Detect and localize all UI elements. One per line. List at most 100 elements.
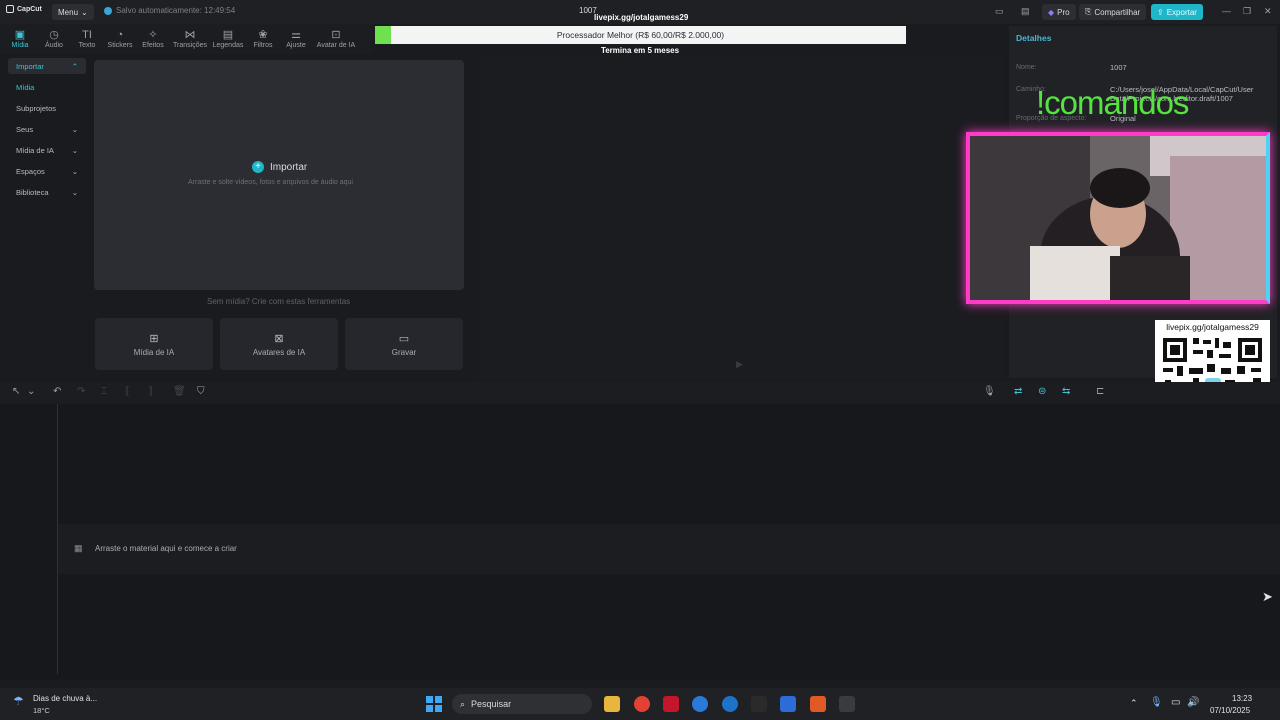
delete-icon[interactable]: 🗑	[173, 386, 186, 397]
weather-temperature: 18°C	[33, 706, 50, 715]
epic-games-icon[interactable]	[751, 696, 767, 712]
file-explorer-icon[interactable]	[604, 696, 620, 712]
tab-transitions[interactable]: ⋈ Transições	[172, 24, 208, 54]
tab-media[interactable]: ▣ Mídia	[0, 24, 40, 54]
tab-label: Avatar de IA	[316, 41, 356, 49]
sidebar-item-spaces[interactable]: Espaços ⌄	[8, 163, 86, 179]
split-icon[interactable]: ⌶	[101, 386, 107, 397]
export-label: Exportar	[1166, 7, 1197, 17]
sidebar-item-library[interactable]: Biblioteca ⌄	[8, 184, 86, 200]
import-button[interactable]: + Importar	[252, 161, 307, 173]
tab-label: Efeitos	[142, 41, 164, 49]
filters-icon: ❀	[258, 28, 268, 41]
details-title: Detalhes	[1016, 33, 1052, 43]
capcut-taskbar-icon[interactable]	[839, 696, 855, 712]
autosave-status: Salvo automaticamente: 12:49:54	[104, 6, 235, 15]
windows-start-icon[interactable]	[426, 696, 442, 712]
pro-button[interactable]: ◆ Pro	[1042, 4, 1076, 20]
commands-overlay-text: !comandos	[1036, 84, 1189, 121]
sidebar-item-label: Seus	[16, 124, 34, 134]
weather-icon[interactable]: ☂	[13, 694, 24, 708]
weather-text[interactable]: Dias de chuva à...	[33, 694, 97, 703]
app-icon[interactable]	[810, 696, 826, 712]
chevron-down-icon[interactable]: ⌄	[27, 386, 35, 397]
menu-button[interactable]: Menu ⌄	[52, 4, 94, 20]
sidebar-item-label: Espaços	[16, 166, 45, 176]
donation-progress-text: Processador Melhor (R$ 60,00/R$ 2.000,00…	[556, 30, 725, 40]
redo-icon[interactable]: ↷	[77, 386, 85, 397]
import-dropzone[interactable]	[94, 60, 464, 290]
tab-captions[interactable]: ▤ Legendas	[208, 24, 248, 54]
tab-audio[interactable]: ◷ Áudio	[40, 24, 68, 54]
tab-filters[interactable]: ❀ Filtros	[248, 24, 278, 54]
tray-mic-icon[interactable]: 🎙	[1150, 697, 1163, 708]
split-left-icon[interactable]: ⟦	[125, 386, 130, 397]
export-button[interactable]: ⇪ Exportar	[1151, 4, 1203, 20]
shield-icon[interactable]: ⛉	[197, 386, 205, 397]
video-player[interactable]	[478, 54, 1003, 378]
link-icon[interactable]: ⇄	[1014, 386, 1022, 397]
app-icon[interactable]	[780, 696, 796, 712]
undo-icon[interactable]: ↶	[53, 386, 61, 397]
tab-label: Ajuste	[286, 41, 306, 49]
share-button[interactable]: ⎘ Compartilhar	[1079, 4, 1147, 20]
app-name: CapCut	[17, 5, 42, 13]
chevron-up-icon: ⌃	[71, 61, 78, 71]
media-icon: ▣	[14, 28, 26, 41]
edge-icon[interactable]	[722, 696, 738, 712]
close-icon[interactable]: ✕	[1264, 6, 1272, 17]
menu-label: Menu	[58, 7, 79, 17]
export-icon: ⇪	[1157, 7, 1164, 17]
preview-axis-icon[interactable]: ⊏	[1096, 386, 1104, 397]
card-label: Gravar	[391, 347, 417, 357]
tab-effects[interactable]: ✧ Efeitos	[134, 24, 172, 54]
sidebar-item-yours[interactable]: Seus ⌄	[8, 121, 86, 137]
tab-adjust[interactable]: ⚌ Ajuste	[278, 24, 314, 54]
text-icon: TI	[82, 28, 92, 41]
snap-icon[interactable]: ⇆	[1062, 386, 1070, 397]
sidebar-item-media[interactable]: Mídia	[8, 79, 86, 95]
effects-icon: ✧	[148, 28, 158, 41]
ai-avatars-card[interactable]: ⊠ Avatares de IA	[220, 318, 338, 370]
sidebar-item-subprojects[interactable]: Subprojetos	[8, 100, 86, 116]
maximize-icon[interactable]: ❐	[1243, 6, 1251, 17]
select-tool-icon[interactable]: ↖	[12, 386, 20, 397]
start-tile	[426, 705, 433, 712]
autosave-text: Salvo automaticamente: 12:49:54	[116, 6, 236, 15]
minimize-icon[interactable]: —	[1222, 6, 1231, 16]
card-label: Avatares de IA	[252, 347, 306, 357]
sidebar-item-label: Subprojetos	[16, 103, 57, 113]
ai-media-card[interactable]: ⊞ Mídia de IA	[95, 318, 213, 370]
taskbar-date[interactable]: 07/10/2025	[1210, 706, 1250, 715]
no-media-text: Sem mídia? Crie com estas ferramentas	[207, 297, 351, 306]
app-icon[interactable]	[692, 696, 708, 712]
play-icon[interactable]: ▶	[736, 359, 743, 370]
chrome-icon[interactable]	[634, 696, 650, 712]
start-tile	[435, 705, 442, 712]
microphone-icon[interactable]: 🎙	[983, 386, 996, 397]
volume-icon[interactable]: 🔊	[1187, 697, 1199, 708]
timeline-toolbar	[0, 382, 1280, 404]
record-card[interactable]: ▭ Gravar	[345, 318, 463, 370]
taskbar-search[interactable]: ⌕ Pesquisar	[452, 694, 592, 714]
save-icon[interactable]: ▤	[1021, 6, 1030, 17]
tab-stickers[interactable]: ◔ Stickers	[106, 24, 134, 54]
chevron-down-icon: ⌄	[71, 124, 78, 134]
sticker-icon: ◔	[116, 28, 124, 41]
sidebar-item-label: Mídia de IA	[16, 145, 54, 155]
timeline-drop-track[interactable]	[58, 524, 1280, 574]
network-icon[interactable]: ▭	[1171, 697, 1180, 708]
layout-icon[interactable]: ▭	[995, 6, 1004, 17]
split-right-icon[interactable]: ⟧	[148, 386, 153, 397]
taskbar-time[interactable]: 13:23	[1232, 694, 1252, 703]
sidebar-item-import[interactable]: Importar ⌃	[8, 58, 86, 74]
app-icon[interactable]	[663, 696, 679, 712]
tab-ai-avatar[interactable]: ⊡ Avatar de IA	[314, 24, 358, 54]
tab-text[interactable]: TI Texto	[68, 24, 106, 54]
magnet-icon[interactable]: ⊜	[1038, 386, 1046, 397]
sidebar-item-ai-media[interactable]: Mídia de IA ⌄	[8, 142, 86, 158]
tray-chevron-icon[interactable]: ⌃	[1130, 698, 1138, 709]
capcut-logo-icon	[6, 5, 14, 13]
tab-label: Mídia	[11, 41, 29, 49]
adjust-icon: ⚌	[291, 28, 301, 41]
